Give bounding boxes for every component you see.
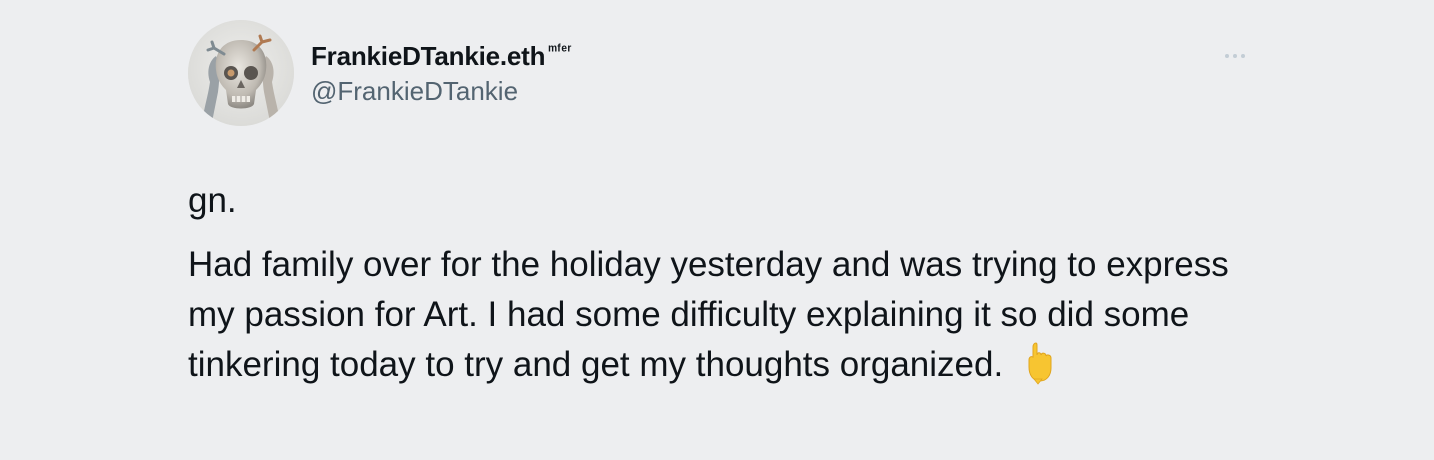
tweet-text: gn. Had family over for the holiday yest… <box>188 176 1268 390</box>
more-horizontal-icon <box>1241 54 1245 58</box>
pointing-down-hand-icon <box>1028 342 1052 385</box>
author-name-row[interactable]: FrankieDTankie.eth ᵐᶠᵉʳ <box>311 38 572 74</box>
author-name-suffix: ᵐᶠᵉʳ <box>548 42 572 59</box>
tweet-card: FrankieDTankie.eth ᵐᶠᵉʳ @FrankieDTankie g… <box>0 0 1434 460</box>
tweet-paragraph: gn. <box>188 181 237 220</box>
avatar[interactable] <box>188 20 294 126</box>
more-horizontal-icon <box>1233 54 1237 58</box>
author-handle[interactable]: @FrankieDTankie <box>311 74 518 108</box>
more-horizontal-icon <box>1225 54 1229 58</box>
author-display-name[interactable]: FrankieDTankie.eth <box>311 38 546 74</box>
tweet-paragraph-text: Had family over for the holiday yesterda… <box>188 245 1229 384</box>
more-options-button[interactable] <box>1218 44 1252 68</box>
tweet-paragraph: Had family over for the holiday yesterda… <box>188 240 1268 390</box>
skull-avatar-image <box>188 20 294 126</box>
